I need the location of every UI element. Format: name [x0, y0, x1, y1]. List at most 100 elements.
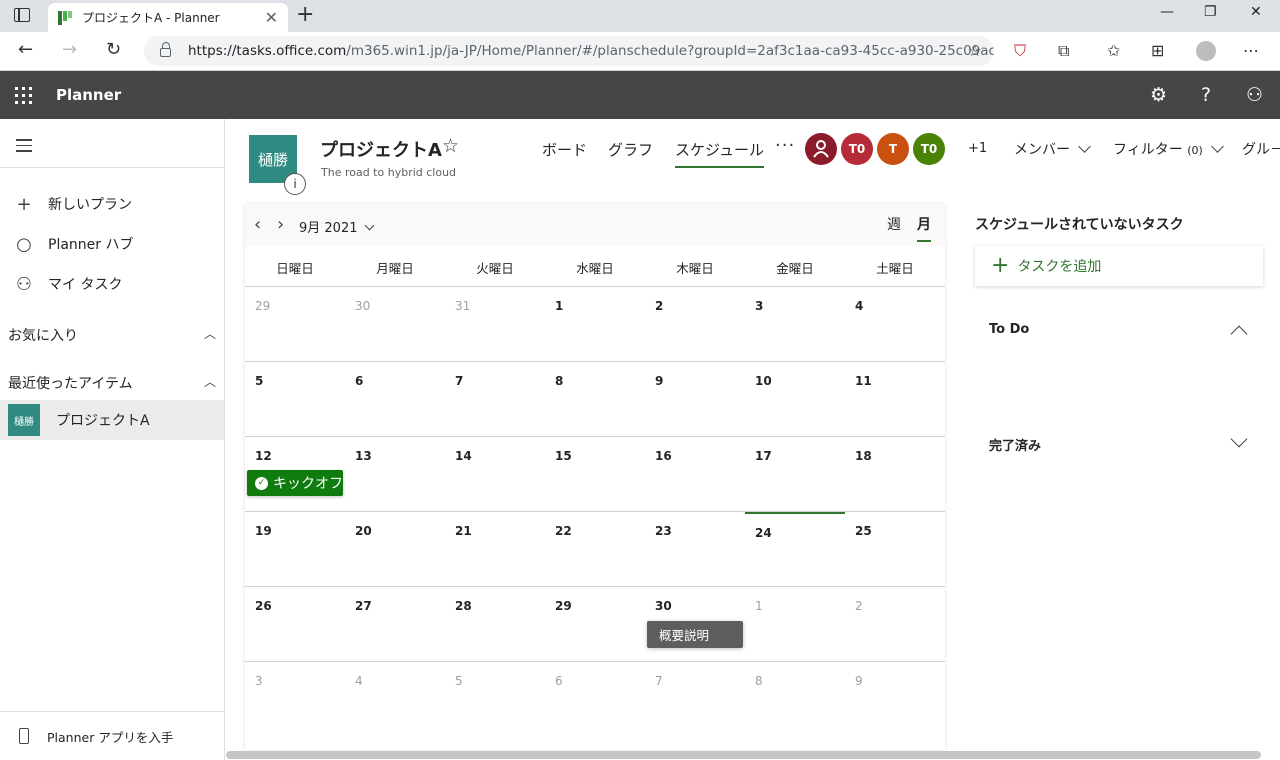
calendar-day[interactable]: 21	[455, 524, 472, 538]
calendar-day[interactable]: 17	[755, 449, 772, 463]
minimize-icon[interactable]: —	[1160, 4, 1174, 20]
restore-icon[interactable]: ❐	[1204, 4, 1217, 20]
members-dropdown[interactable]: メンバー	[1014, 139, 1091, 159]
nav-new-plan[interactable]: + 新しいプラン	[0, 185, 224, 223]
more-members-count[interactable]: +1	[968, 141, 987, 156]
calendar-day[interactable]: 2	[855, 599, 863, 613]
bucket-completed[interactable]: 完了済み	[989, 435, 1041, 454]
calendar-day[interactable]: 30	[355, 299, 370, 313]
recent-plan-item[interactable]: 樋勝 プロジェクトA	[0, 400, 224, 440]
calendar-day[interactable]: 23	[655, 524, 672, 538]
tab-schedule[interactable]: スケジュール	[675, 139, 764, 168]
calendar-day[interactable]: 8	[555, 374, 563, 388]
favorites-section-header[interactable]: お気に入り ︿	[8, 325, 218, 345]
group-dropdown[interactable]: グル－	[1242, 139, 1280, 159]
calendar-day[interactable]: 22	[555, 524, 572, 538]
calendar-day[interactable]: 2	[655, 299, 663, 313]
horizontal-scrollbar[interactable]	[226, 751, 1261, 759]
new-tab-icon[interactable]: +	[296, 4, 314, 26]
calendar-day[interactable]: 16	[655, 449, 672, 463]
url-field[interactable]: https://tasks.office.com/m365.win1.jp/ja…	[144, 36, 994, 66]
collections-icon[interactable]: ⊞	[1151, 41, 1164, 60]
calendar-day[interactable]: 5	[255, 374, 263, 388]
member-avatar[interactable]	[805, 133, 837, 165]
calendar-day[interactable]: 13	[355, 449, 372, 463]
hamburger-icon[interactable]	[16, 139, 32, 156]
help-icon[interactable]: ?	[1201, 84, 1211, 106]
info-icon[interactable]: i	[284, 173, 306, 195]
bucket-todo[interactable]: To Do	[989, 322, 1029, 337]
calendar-day[interactable]: 6	[355, 374, 363, 388]
calendar-day[interactable]: 4	[355, 674, 363, 688]
calendar-day[interactable]: 3	[755, 299, 763, 313]
recent-section-header[interactable]: 最近使ったアイテム ︿	[8, 373, 218, 393]
calendar-day[interactable]: 25	[855, 524, 872, 538]
calendar-day[interactable]: 9	[855, 674, 863, 688]
gear-icon[interactable]: ⚙	[1150, 84, 1167, 106]
calendar-day[interactable]: 27	[355, 599, 372, 613]
calendar-day[interactable]: 5	[455, 674, 463, 688]
calendar-day[interactable]: 29	[555, 599, 572, 613]
window-close-icon[interactable]: ✕	[1250, 4, 1262, 20]
chevron-down-icon[interactable]	[1230, 430, 1248, 448]
calendar-day[interactable]: 31	[455, 299, 470, 313]
settings-more-icon[interactable]: ⋯	[1243, 41, 1259, 60]
calendar-day[interactable]: 19	[255, 524, 272, 538]
tab-charts[interactable]: グラフ	[608, 139, 653, 160]
calendar-day[interactable]: 26	[255, 599, 272, 613]
account-icon[interactable]: ⚇	[1246, 84, 1263, 106]
calendar-day[interactable]: 30	[655, 599, 672, 613]
calendar-day[interactable]: 7	[655, 674, 663, 688]
nav-planner-hub[interactable]: ○ Planner ハブ	[0, 225, 224, 263]
calendar-day[interactable]: 18	[855, 449, 872, 463]
shield-extension-icon[interactable]: ⛉	[1014, 41, 1026, 61]
calendar-event[interactable]: ✓ キックオフ	[247, 470, 343, 496]
task-drag-tooltip[interactable]: 概要説明	[647, 621, 743, 648]
calendar-day[interactable]: 7	[455, 374, 463, 388]
calendar-day[interactable]: 24	[755, 526, 772, 540]
browser-tab[interactable]: プロジェクトA - Planner ✕	[48, 3, 288, 32]
calendar-day[interactable]: 3	[255, 674, 263, 688]
calendar-day[interactable]: 8	[755, 674, 763, 688]
member-avatar[interactable]: T	[877, 133, 909, 165]
favorite-plan-star-icon[interactable]: ☆	[442, 135, 459, 157]
calendar-day[interactable]: 15	[555, 449, 572, 463]
view-week-button[interactable]: 週	[887, 214, 901, 234]
refresh-icon[interactable]: ↻	[106, 40, 121, 60]
calendar-day[interactable]: 28	[455, 599, 472, 613]
view-month-button[interactable]: 月	[917, 214, 931, 242]
calendar-day[interactable]: 1	[555, 299, 563, 313]
back-icon[interactable]: ←	[18, 40, 33, 60]
app-name[interactable]: Planner	[56, 86, 121, 104]
calendar-day[interactable]: 11	[855, 374, 872, 388]
tab-board[interactable]: ボード	[542, 139, 587, 160]
calendar-day[interactable]: 4	[855, 299, 863, 313]
favorites-icon[interactable]: ✩	[1107, 41, 1120, 60]
calendar-day[interactable]: 20	[355, 524, 372, 538]
app-launcher-icon[interactable]	[15, 87, 32, 104]
favorite-star-icon[interactable]: ☆	[968, 41, 982, 60]
forward-icon[interactable]: →	[62, 40, 77, 60]
extensions-icon[interactable]: ⧉	[1058, 41, 1069, 61]
calendar-day[interactable]: 6	[555, 674, 563, 688]
get-app-link[interactable]: Planner アプリを入手	[0, 711, 224, 760]
calendar-day[interactable]: 10	[755, 374, 772, 388]
close-tab-icon[interactable]: ✕	[265, 8, 278, 27]
chevron-up-icon[interactable]	[1230, 325, 1248, 343]
add-task-button[interactable]: + タスクを追加	[975, 246, 1263, 286]
nav-my-tasks[interactable]: ⚇ マイ タスク	[0, 265, 224, 303]
calendar-day[interactable]: 1	[755, 599, 763, 613]
calendar-day[interactable]: 29	[255, 299, 270, 313]
month-picker[interactable]: 9月 2021	[299, 217, 374, 236]
member-avatar[interactable]: T0	[913, 133, 945, 165]
calendar-day[interactable]: 12	[255, 449, 272, 463]
member-avatar[interactable]: T0	[841, 133, 873, 165]
calendar-day[interactable]: 9	[655, 374, 663, 388]
calendar-day[interactable]: 14	[455, 449, 472, 463]
profile-icon[interactable]	[1196, 41, 1216, 61]
filter-dropdown[interactable]: フィルター (0)	[1113, 139, 1224, 159]
previous-month-icon[interactable]: ‹	[254, 214, 261, 235]
tab-actions-icon[interactable]	[14, 8, 30, 22]
more-options-icon[interactable]: ···	[775, 135, 795, 156]
next-month-icon[interactable]: ›	[277, 214, 284, 235]
